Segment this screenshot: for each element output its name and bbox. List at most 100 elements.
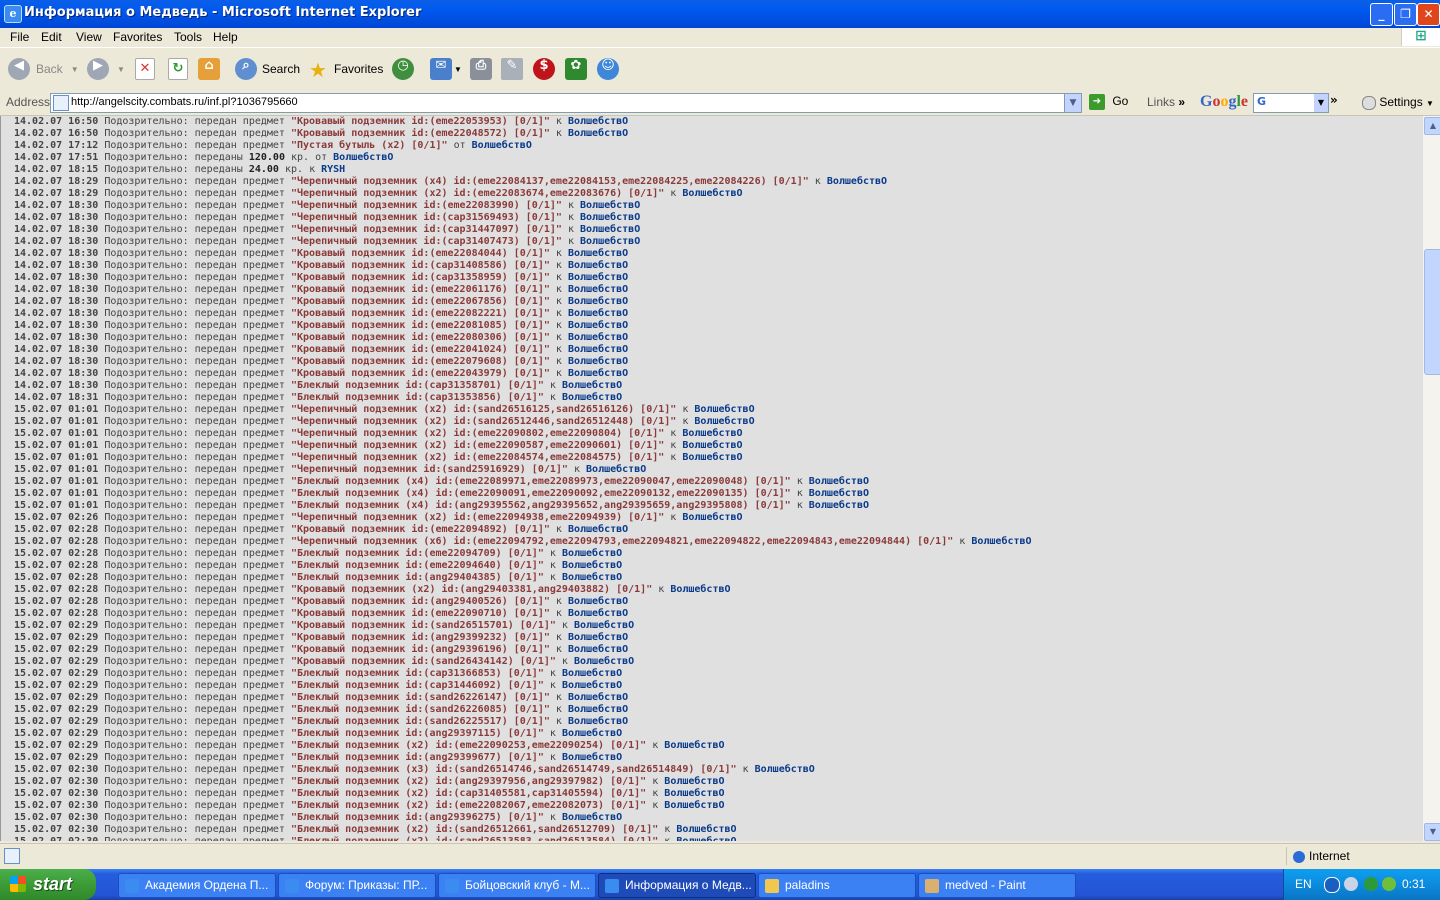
- log-nick-link[interactable]: ВолшебствО: [580, 200, 640, 211]
- links-button[interactable]: Links »: [1147, 95, 1185, 109]
- log-nick-link[interactable]: ВолшебствО: [568, 596, 628, 607]
- title-bar[interactable]: e Информация о Медведь - Microsoft Inter…: [0, 0, 1440, 28]
- log-nick-link[interactable]: ВолшебствО: [580, 236, 640, 247]
- log-nick-link[interactable]: ВолшебствО: [809, 476, 869, 487]
- google-search-input[interactable]: G ▼: [1253, 93, 1329, 113]
- log-nick-link[interactable]: ВолшебствО: [568, 308, 628, 319]
- network-icon[interactable]: [1364, 877, 1378, 891]
- log-nick-link[interactable]: ВолшебствО: [562, 728, 622, 739]
- log-nick-link[interactable]: ВолшебствО: [568, 524, 628, 535]
- log-nick-link[interactable]: ВолшебствО: [568, 272, 628, 283]
- log-nick-link[interactable]: ВолшебствО: [827, 176, 887, 187]
- mail-button[interactable]: ✉ ▼: [430, 54, 462, 84]
- log-nick-link[interactable]: ВолшебствО: [568, 608, 628, 619]
- log-nick-link[interactable]: ВолшебствО: [694, 404, 754, 415]
- log-nick-link[interactable]: ВолшебствО: [568, 128, 628, 139]
- log-nick-link[interactable]: ВолшебствО: [562, 548, 622, 559]
- taskbar-button[interactable]: Бойцовский клуб - М...: [438, 873, 596, 898]
- history-button[interactable]: ◷: [392, 54, 414, 84]
- log-nick-link[interactable]: ВолшебствО: [568, 332, 628, 343]
- chevron-down-icon[interactable]: ▼: [1064, 94, 1081, 112]
- log-nick-link[interactable]: ВолшебствО: [682, 188, 742, 199]
- log-nick-link[interactable]: ВолшебствО: [562, 812, 622, 823]
- icq-icon[interactable]: [1382, 877, 1396, 891]
- log-nick-link[interactable]: ВолшебствО: [682, 440, 742, 451]
- refresh-button[interactable]: ↻: [168, 54, 188, 84]
- search-button[interactable]: ⌕ Search: [235, 54, 300, 84]
- address-url[interactable]: http://angelscity.combats.ru/inf.pl?1036…: [71, 96, 298, 108]
- log-nick-link[interactable]: ВолшебствО: [568, 284, 628, 295]
- language-indicator[interactable]: EN: [1295, 877, 1312, 891]
- log-nick-link[interactable]: ВолшебствО: [568, 320, 628, 331]
- menu-favorites[interactable]: Favorites: [113, 30, 162, 44]
- log-nick-link[interactable]: ВолшебствО: [568, 716, 628, 727]
- log-nick-link[interactable]: ВолшебствО: [971, 536, 1031, 547]
- favorites-button[interactable]: ★ Favorites: [307, 54, 383, 84]
- log-nick-link[interactable]: ВолшебствО: [574, 620, 634, 631]
- edit-button[interactable]: ✎: [501, 54, 523, 84]
- log-nick-link[interactable]: ВолшебствО: [568, 296, 628, 307]
- scroll-up-button[interactable]: ▲: [1424, 117, 1440, 135]
- log-nick-link[interactable]: ВолшебствО: [568, 644, 628, 655]
- icq-button[interactable]: ✿: [565, 54, 587, 84]
- menu-help[interactable]: Help: [213, 30, 238, 44]
- log-nick-link[interactable]: ВолшебствО: [562, 380, 622, 391]
- log-nick-link[interactable]: ВолшебствО: [568, 116, 628, 127]
- forward-button[interactable]: ▶ ▼: [87, 54, 125, 84]
- address-input[interactable]: http://angelscity.combats.ru/inf.pl?1036…: [50, 93, 1082, 113]
- go-button[interactable]: ➜ Go: [1089, 94, 1128, 110]
- log-nick-link[interactable]: ВолшебствО: [568, 248, 628, 259]
- log-nick-link[interactable]: ВолшебствО: [682, 512, 742, 523]
- log-nick-link[interactable]: ВолшебствО: [568, 344, 628, 355]
- menu-view[interactable]: View: [76, 30, 102, 44]
- log-nick-link[interactable]: ВолшебствО: [664, 788, 724, 799]
- start-button[interactable]: start: [0, 869, 96, 900]
- minimize-button[interactable]: _: [1370, 3, 1393, 26]
- log-nick-link[interactable]: ВолшебствО: [568, 356, 628, 367]
- log-nick-link[interactable]: ВолшебствО: [586, 464, 646, 475]
- log-nick-link[interactable]: ВолшебствО: [676, 836, 736, 841]
- log-nick-link[interactable]: ВолшебствО: [809, 488, 869, 499]
- messenger-button[interactable]: ☺: [597, 54, 619, 84]
- chevron-right-icon[interactable]: »: [1330, 93, 1338, 107]
- log-nick-link[interactable]: ВолшебствО: [809, 500, 869, 511]
- menu-file[interactable]: File: [10, 30, 29, 44]
- log-nick-link[interactable]: ВолшебствО: [562, 560, 622, 571]
- log-nick-link[interactable]: ВолшебствО: [562, 680, 622, 691]
- scroll-thumb[interactable]: [1424, 249, 1440, 375]
- settings-button[interactable]: Settings ▼: [1362, 95, 1434, 110]
- log-nick-link[interactable]: ВолшебствО: [676, 824, 736, 835]
- volume-icon[interactable]: [1344, 877, 1358, 891]
- extension-button[interactable]: $: [533, 54, 555, 84]
- log-nick-link[interactable]: ВолшебствО: [664, 740, 724, 751]
- log-nick-link[interactable]: ВолшебствО: [568, 632, 628, 643]
- log-nick-link[interactable]: ВолшебствО: [682, 428, 742, 439]
- taskbar-button[interactable]: paladins: [758, 873, 916, 898]
- log-nick-link[interactable]: ВолшебствО: [562, 572, 622, 583]
- log-nick-link[interactable]: ВолшебствО: [664, 800, 724, 811]
- log-nick-link[interactable]: ВолшебствО: [562, 392, 622, 403]
- chevron-down-icon[interactable]: ▼: [1314, 94, 1328, 112]
- maximize-button[interactable]: ❐: [1394, 3, 1417, 26]
- log-nick-link[interactable]: ВолшебствО: [664, 776, 724, 787]
- back-icon[interactable]: [1324, 877, 1340, 893]
- vertical-scrollbar[interactable]: ▲ ▼: [1422, 116, 1440, 841]
- log-nick-link[interactable]: ВолшебствО: [755, 764, 815, 775]
- log-nick-link[interactable]: ВолшебствО: [694, 416, 754, 427]
- log-nick-link[interactable]: ВолшебствО: [472, 140, 532, 151]
- menu-edit[interactable]: Edit: [41, 30, 62, 44]
- log-nick-link[interactable]: ВолшебствО: [333, 152, 393, 163]
- taskbar-button[interactable]: medved - Paint: [918, 873, 1076, 898]
- log-nick-link[interactable]: RYSH: [321, 164, 345, 175]
- log-nick-link[interactable]: ВолшебствО: [568, 368, 628, 379]
- close-button[interactable]: ✕: [1417, 3, 1440, 26]
- stop-button[interactable]: ✕: [135, 54, 155, 84]
- menu-tools[interactable]: Tools: [174, 30, 202, 44]
- scroll-down-button[interactable]: ▼: [1424, 823, 1440, 841]
- log-nick-link[interactable]: ВолшебствО: [580, 224, 640, 235]
- log-nick-link[interactable]: ВолшебствО: [682, 452, 742, 463]
- log-nick-link[interactable]: ВолшебствО: [574, 656, 634, 667]
- log-nick-link[interactable]: ВолшебствО: [562, 752, 622, 763]
- taskbar-button[interactable]: Форум: Приказы: ПР...: [278, 873, 436, 898]
- print-button[interactable]: ⎙: [470, 54, 492, 84]
